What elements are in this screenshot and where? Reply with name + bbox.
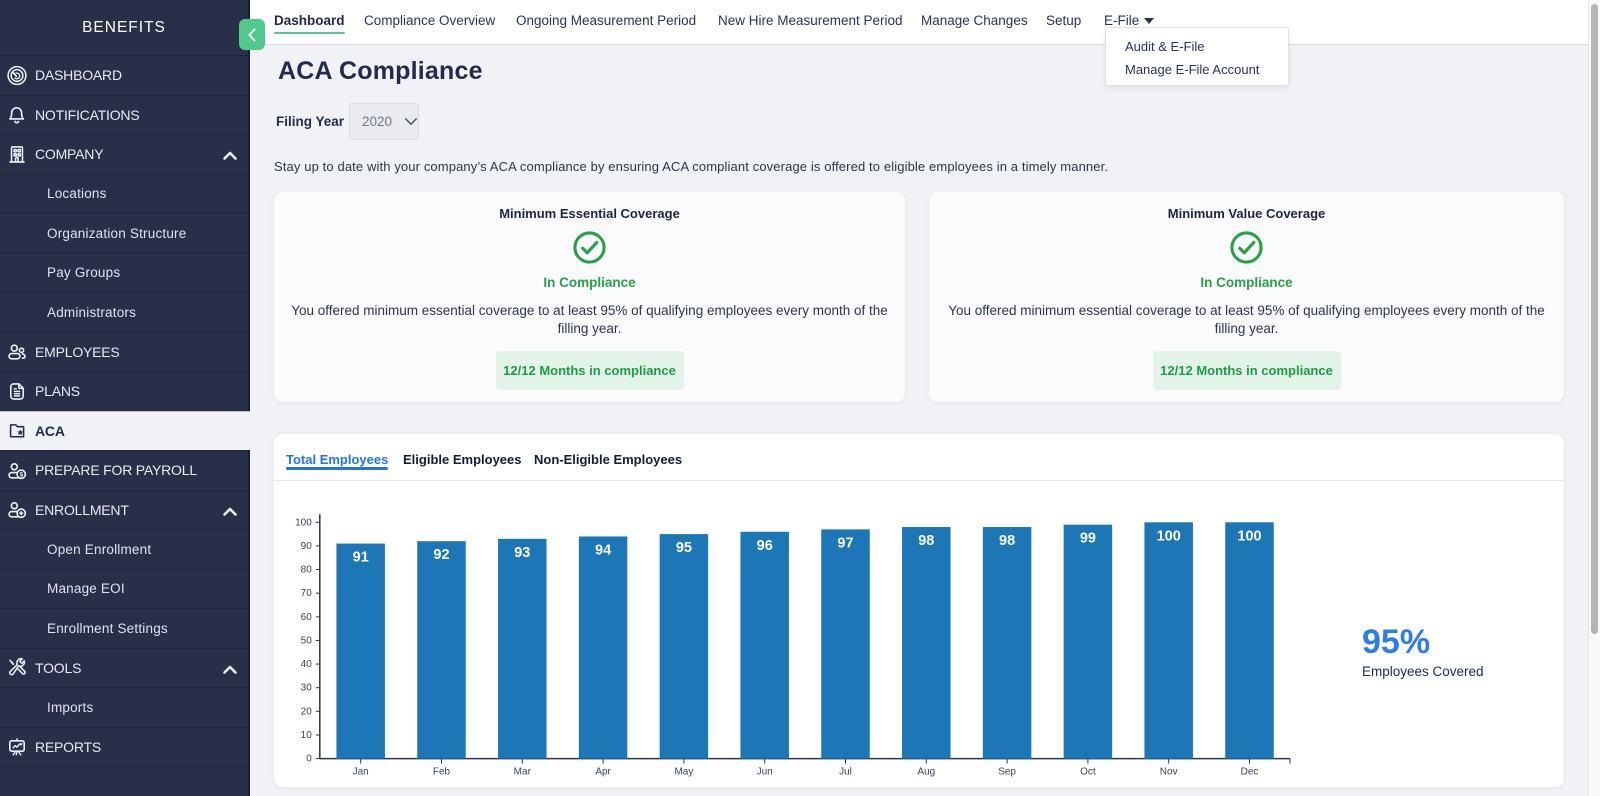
svg-text:98: 98 — [999, 533, 1015, 549]
svg-text:Sep: Sep — [998, 767, 1016, 778]
svg-text:93: 93 — [514, 545, 530, 561]
svg-text:92: 92 — [433, 547, 449, 563]
svg-text:Feb: Feb — [433, 767, 451, 778]
svg-text:Oct: Oct — [1080, 767, 1096, 778]
svg-text:94: 94 — [595, 542, 611, 558]
svg-text:50: 50 — [301, 635, 313, 646]
svg-text:0: 0 — [306, 754, 312, 765]
svg-text:90: 90 — [301, 541, 313, 552]
svg-text:97: 97 — [837, 535, 853, 551]
svg-text:Mar: Mar — [514, 767, 532, 778]
svg-text:70: 70 — [301, 588, 313, 599]
svg-text:10: 10 — [301, 730, 313, 741]
svg-text:May: May — [674, 767, 693, 778]
svg-text:80: 80 — [301, 565, 313, 576]
svg-text:Jun: Jun — [757, 767, 773, 778]
svg-text:Dec: Dec — [1241, 767, 1259, 778]
svg-text:100: 100 — [1237, 528, 1261, 544]
svg-text:Nov: Nov — [1160, 767, 1178, 778]
svg-text:100: 100 — [295, 517, 312, 528]
svg-text:99: 99 — [1080, 531, 1096, 547]
svg-text:30: 30 — [301, 683, 313, 694]
svg-text:40: 40 — [301, 659, 313, 670]
svg-text:95: 95 — [676, 540, 692, 556]
svg-text:100: 100 — [1157, 528, 1181, 544]
svg-text:96: 96 — [757, 538, 773, 554]
svg-text:98: 98 — [918, 533, 934, 549]
svg-text:Apr: Apr — [595, 767, 611, 778]
svg-text:60: 60 — [301, 612, 313, 623]
svg-text:Jan: Jan — [353, 767, 369, 778]
svg-text:91: 91 — [353, 550, 369, 566]
svg-text:Jul: Jul — [839, 767, 852, 778]
svg-text:Aug: Aug — [917, 767, 935, 778]
svg-text:20: 20 — [301, 706, 313, 717]
